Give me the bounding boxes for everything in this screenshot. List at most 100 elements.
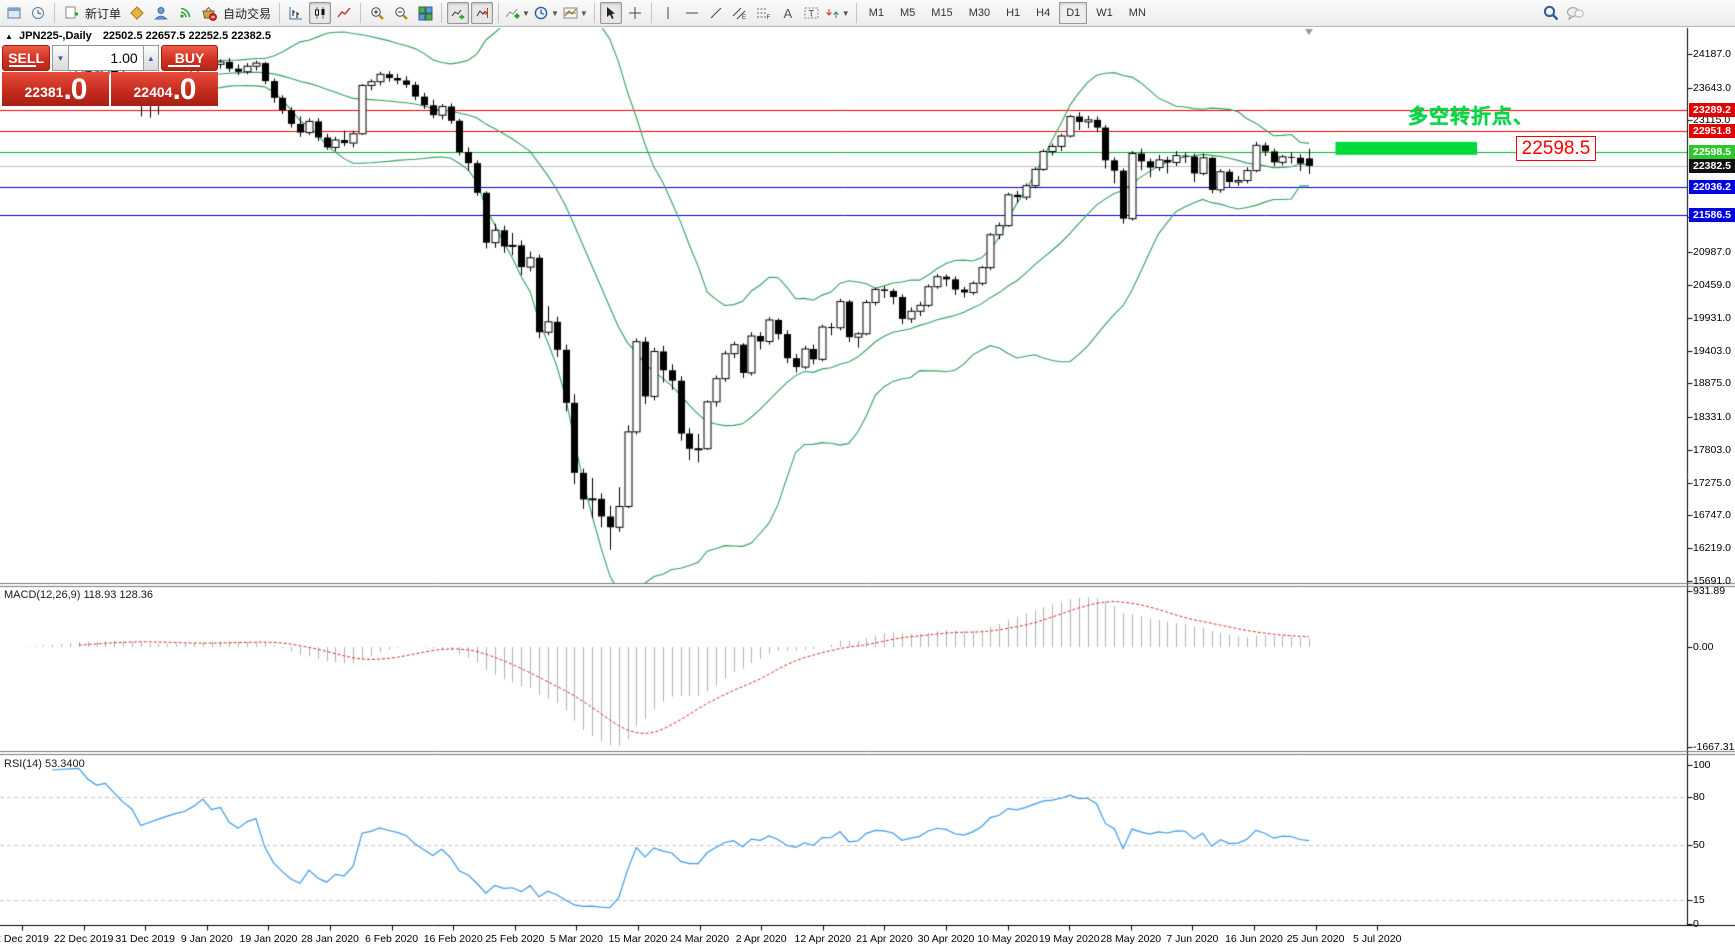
svg-text:F: F — [767, 15, 771, 20]
new-order-label[interactable]: 新订单 — [85, 5, 121, 22]
price-axis-label: 17803.0 — [1693, 444, 1735, 456]
terminal-button[interactable] — [3, 2, 25, 24]
channel-tool-button[interactable]: E — [729, 2, 751, 24]
autotrading-label[interactable]: 自动交易 — [223, 5, 271, 22]
timeframe-button-d1[interactable]: D1 — [1059, 2, 1087, 24]
tile-windows-button[interactable] — [414, 2, 436, 24]
timeframe-button-m15[interactable]: M15 — [924, 2, 959, 24]
arrows-icon — [826, 7, 840, 20]
periods-button[interactable]: ▼ — [533, 2, 560, 24]
autotrading-icon — [201, 6, 217, 21]
sell-button-label: SELL — [8, 50, 44, 66]
buy-price-main: 22404 — [134, 79, 173, 105]
time-axis-label: 24 Mar 2020 — [670, 933, 729, 945]
timeframe-button-m30[interactable]: M30 — [962, 2, 997, 24]
price-axis-badge: 22598.5 — [1689, 145, 1735, 159]
fibonacci-icon: F — [756, 6, 771, 20]
timeframe-button-m1[interactable]: M1 — [862, 2, 891, 24]
zoom-in-button[interactable] — [366, 2, 388, 24]
text-tool-button[interactable]: A — [777, 2, 799, 24]
sell-button[interactable]: SELL — [2, 45, 50, 71]
price-callout-label[interactable]: 22598.5 — [1516, 136, 1596, 161]
line-chart-button[interactable] — [333, 2, 355, 24]
price-axis-badge: 21586.5 — [1689, 208, 1735, 222]
text-label-icon: T — [804, 6, 819, 20]
zoom-in-icon — [370, 6, 385, 21]
timeframe-button-m5[interactable]: M5 — [893, 2, 922, 24]
time-axis-label: 16 Feb 2020 — [424, 933, 483, 945]
time-axis-label: 25 Feb 2020 — [485, 933, 544, 945]
text-label-tool-button[interactable]: T — [801, 2, 823, 24]
vertical-line-tool-button[interactable] — [657, 2, 679, 24]
time-axis-label: 2 Apr 2020 — [736, 933, 787, 945]
timeframe-button-h4[interactable]: H4 — [1029, 2, 1057, 24]
volume-input[interactable] — [69, 45, 143, 71]
fibonacci-tool-button[interactable]: F — [753, 2, 775, 24]
sell-price-display[interactable]: 22381.0 — [2, 72, 109, 106]
price-axis-label: 19931.0 — [1693, 312, 1735, 324]
bar-chart-button[interactable] — [285, 2, 307, 24]
up-arrow-icon: ▲ — [147, 54, 155, 63]
symbol-title: ▲ JPN225-,Daily 22502.5 22657.5 22252.5 … — [5, 30, 271, 42]
horizontal-line-tool-button[interactable] — [681, 2, 703, 24]
crosshair-icon — [628, 6, 642, 20]
rsi-axis-label: 80 — [1693, 791, 1735, 803]
indicators-button[interactable]: ▼ — [504, 2, 531, 24]
price-axis-label: 16747.0 — [1693, 509, 1735, 521]
price-axis-label: 20987.0 — [1693, 246, 1735, 258]
time-axis-label: 30 Apr 2020 — [918, 933, 975, 945]
crosshair-tool-button[interactable] — [624, 2, 646, 24]
strategy-tester-button[interactable] — [27, 2, 49, 24]
macd-values: 118.93 128.36 — [83, 589, 153, 601]
volume-decrease-button[interactable]: ▼ — [52, 45, 68, 71]
chat-button[interactable] — [1564, 2, 1586, 24]
indicators-dropdown-arrow: ▼ — [522, 9, 530, 18]
auto-scroll-button[interactable] — [447, 2, 469, 24]
templates-dropdown-arrow: ▼ — [580, 9, 588, 18]
metaeditor-button[interactable] — [126, 2, 148, 24]
price-axis-badge: 22951.8 — [1689, 124, 1735, 138]
chat-icon — [1566, 5, 1584, 21]
price-axis-label: 24187.0 — [1693, 48, 1735, 60]
price-axis-label: 20459.0 — [1693, 279, 1735, 291]
templates-button[interactable]: ▼ — [562, 2, 589, 24]
volume-increase-button[interactable]: ▲ — [143, 45, 159, 71]
new-order-button[interactable] — [60, 2, 82, 24]
zoom-out-icon — [394, 6, 409, 21]
price-axis-label: 18331.0 — [1693, 411, 1735, 423]
buy-price-display[interactable]: 22404.0 — [111, 72, 218, 106]
cursor-icon — [604, 6, 617, 20]
search-button[interactable] — [1540, 2, 1562, 24]
rsi-label: RSI(14) 53.3400 — [4, 758, 85, 770]
one-click-trading-panel: SELL ▼ ▲ BUY 22381.0 22404.0 — [2, 45, 218, 106]
trendline-icon — [709, 6, 723, 20]
time-axis-label: 5 Mar 2020 — [550, 933, 603, 945]
periods-clock-icon — [534, 6, 549, 21]
buy-button[interactable]: BUY — [161, 45, 218, 71]
community-button[interactable] — [150, 2, 172, 24]
candlestick-chart-icon — [313, 6, 327, 20]
time-axis-label: 16 Jun 2020 — [1225, 933, 1283, 945]
indicators-icon — [505, 6, 520, 20]
metaeditor-icon — [130, 6, 144, 20]
autotrading-button[interactable] — [198, 2, 220, 24]
time-axis-label: 10 May 2020 — [977, 933, 1038, 945]
trendline-tool-button[interactable] — [705, 2, 727, 24]
search-icon — [1543, 5, 1559, 21]
auto-scroll-icon — [451, 6, 466, 20]
time-axis-label: 9 Jan 2020 — [181, 933, 233, 945]
collapse-arrow-icon[interactable]: ▲ — [5, 32, 13, 41]
cursor-tool-button[interactable] — [600, 2, 622, 24]
chart-canvas[interactable] — [0, 0, 1735, 949]
candlestick-chart-button[interactable] — [309, 2, 331, 24]
price-axis-label: 18875.0 — [1693, 377, 1735, 389]
chart-shift-button[interactable] — [471, 2, 493, 24]
arrows-tool-button[interactable]: ▼ — [825, 2, 851, 24]
timeframe-button-w1[interactable]: W1 — [1089, 2, 1120, 24]
rsi-value: 53.3400 — [45, 758, 85, 770]
time-axis-label: 5 Jul 2020 — [1353, 933, 1401, 945]
timeframe-button-mn[interactable]: MN — [1122, 2, 1153, 24]
zoom-out-button[interactable] — [390, 2, 412, 24]
signals-button[interactable] — [174, 2, 196, 24]
timeframe-button-h1[interactable]: H1 — [999, 2, 1027, 24]
